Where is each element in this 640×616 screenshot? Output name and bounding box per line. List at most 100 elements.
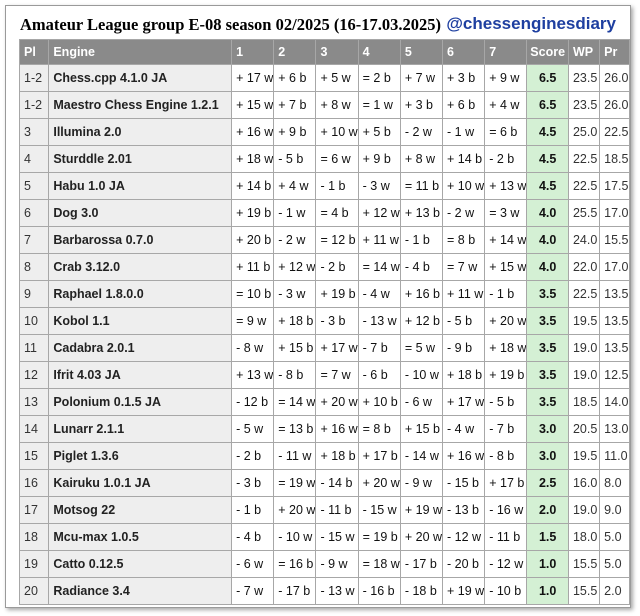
round-3-result-cell: + 20 w	[315, 388, 359, 416]
round-5-result-cell: + 12 b	[399, 307, 444, 335]
round-1-result-cell: - 4 b	[231, 523, 275, 551]
round-3-result-cell: - 15 w	[315, 523, 359, 551]
round-4-result-cell: = 1 w	[357, 91, 401, 119]
table-row: 11 Cadabra 2.0.1- 8 w + 15 b + 17 w- 7 b = 5…	[18, 334, 630, 362]
round-6-result-cell: + 10 w	[442, 172, 486, 200]
round-2-result-cell: - 2 w	[273, 226, 317, 254]
place-cell: 17	[18, 496, 50, 524]
table-row: 12 Ifrit 4.03 JA + 13 w- 8 b = 7 w- 6 b- 10…	[18, 361, 630, 389]
pr-cell: 2.0	[599, 577, 630, 605]
author-handle: @chessenginesdiary	[446, 14, 616, 33]
round-7-result-cell: - 12 w	[484, 550, 528, 578]
engine-name-cell: Chess.cpp 4.1.0 JA	[48, 64, 233, 92]
round-2-result-cell: - 17 b	[273, 577, 317, 605]
round-5-result-cell: - 1 b	[399, 226, 444, 254]
pr-cell: 17.0	[599, 199, 630, 227]
round-2-result-cell: + 15 b	[273, 334, 317, 362]
engine-name-cell: Kobol 1.1	[48, 307, 233, 335]
round-6-result-cell: - 12 w	[442, 523, 486, 551]
col-round-4-header: 4	[357, 39, 401, 65]
table-row: 5 Habu 1.0 JA + 14 b + 4 w- 1 b- 3 w = 11 b +…	[18, 172, 630, 200]
round-3-result-cell: + 19 b	[315, 280, 359, 308]
round-1-result-cell: + 20 b	[231, 226, 275, 254]
wp-cell: 19.0	[567, 334, 601, 362]
score-cell: 2.0	[526, 496, 569, 524]
wp-cell: 18.5	[567, 388, 601, 416]
wp-cell: 25.0	[567, 118, 601, 146]
pr-cell: 8.0	[599, 469, 630, 497]
round-4-result-cell: = 14 w	[357, 253, 401, 281]
round-2-result-cell: - 3 w	[273, 280, 317, 308]
round-1-result-cell: + 17 w	[231, 64, 275, 92]
place-cell: 19	[18, 550, 50, 578]
round-5-result-cell: - 14 w	[399, 442, 444, 470]
wp-cell: 22.5	[567, 280, 601, 308]
score-cell: 6.5	[526, 91, 569, 119]
round-6-result-cell: + 14 b	[442, 145, 486, 173]
pr-cell: 13.5	[599, 334, 630, 362]
score-cell: 4.5	[526, 118, 569, 146]
round-4-result-cell: = 18 w	[357, 550, 401, 578]
wp-cell: 25.5	[567, 199, 601, 227]
score-cell: 6.5	[526, 64, 569, 92]
wp-cell: 23.5	[567, 64, 601, 92]
round-3-result-cell: + 5 w	[315, 64, 359, 92]
round-1-result-cell: + 14 b	[231, 172, 275, 200]
round-2-result-cell: + 12 w	[273, 253, 317, 281]
round-4-result-cell: + 17 b	[357, 442, 401, 470]
round-7-result-cell: = 3 w	[484, 199, 528, 227]
round-2-result-cell: - 8 b	[273, 361, 317, 389]
wp-cell: 19.5	[567, 442, 601, 470]
wp-cell: 22.5	[567, 145, 601, 173]
col-round-3-header: 3	[315, 39, 359, 65]
round-4-result-cell: = 2 b	[357, 64, 401, 92]
wp-cell: 19.0	[567, 496, 601, 524]
round-1-result-cell: - 3 b	[231, 469, 275, 497]
round-4-result-cell: - 3 w	[357, 172, 401, 200]
engine-name-cell: Illumina 2.0	[48, 118, 233, 146]
round-6-result-cell: - 15 b	[442, 469, 486, 497]
round-2-result-cell: + 9 b	[273, 118, 317, 146]
engine-name-cell: Sturddle 2.01	[48, 145, 233, 173]
table-row: 1-2 Chess.cpp 4.1.0 JA + 17 w + 6 b + 5 w = 2…	[18, 64, 630, 92]
round-4-result-cell: + 9 b	[357, 145, 401, 173]
round-6-result-cell: - 9 b	[442, 334, 486, 362]
score-cell: 4.5	[526, 145, 569, 173]
round-2-result-cell: - 5 b	[273, 145, 317, 173]
round-3-result-cell: - 1 b	[315, 172, 359, 200]
place-cell: 8	[18, 253, 50, 281]
crosstable: Pl Engine 1 2 3 4 5 6 7 Score WP Pr 1-2 Chess.cpp 4.…	[18, 39, 630, 605]
pr-cell: 9.0	[599, 496, 630, 524]
score-cell: 3.5	[526, 388, 569, 416]
place-cell: 3	[18, 118, 50, 146]
score-cell: 4.0	[526, 226, 569, 254]
round-2-result-cell: + 18 b	[273, 307, 317, 335]
round-3-result-cell: + 16 w	[315, 415, 359, 443]
engine-name-cell: Maestro Chess Engine 1.2.1	[48, 91, 233, 119]
score-cell: 3.5	[526, 307, 569, 335]
round-5-result-cell: + 7 w	[399, 64, 444, 92]
pr-cell: 17.5	[599, 172, 630, 200]
round-3-result-cell: + 18 b	[315, 442, 359, 470]
round-1-result-cell: + 18 w	[231, 145, 275, 173]
round-3-result-cell: - 14 b	[315, 469, 359, 497]
round-4-result-cell: - 16 b	[357, 577, 401, 605]
round-7-result-cell: - 5 b	[484, 388, 528, 416]
score-cell: 4.5	[526, 172, 569, 200]
score-cell: 1.0	[526, 577, 569, 605]
round-6-result-cell: - 13 b	[442, 496, 486, 524]
col-place-header: Pl	[18, 39, 50, 65]
round-3-result-cell: + 10 w	[315, 118, 359, 146]
table-row: 19 Catto 0.12.5- 6 w = 16 b- 9 w = 18 w- 17…	[18, 550, 630, 578]
table-row: 15 Piglet 1.3.6- 2 b- 11 w + 18 b + 17 b- 1…	[18, 442, 630, 470]
round-5-result-cell: + 8 w	[399, 145, 444, 173]
pr-cell: 12.5	[599, 361, 630, 389]
round-2-result-cell: = 14 w	[273, 388, 317, 416]
round-2-result-cell: + 4 w	[273, 172, 317, 200]
engine-name-cell: Crab 3.12.0	[48, 253, 233, 281]
score-cell: 3.5	[526, 280, 569, 308]
page-title: Amateur League group E-08 season 02/2025…	[20, 15, 442, 34]
place-cell: 4	[18, 145, 50, 173]
round-2-result-cell: = 16 b	[273, 550, 317, 578]
round-4-result-cell: - 4 w	[357, 280, 401, 308]
